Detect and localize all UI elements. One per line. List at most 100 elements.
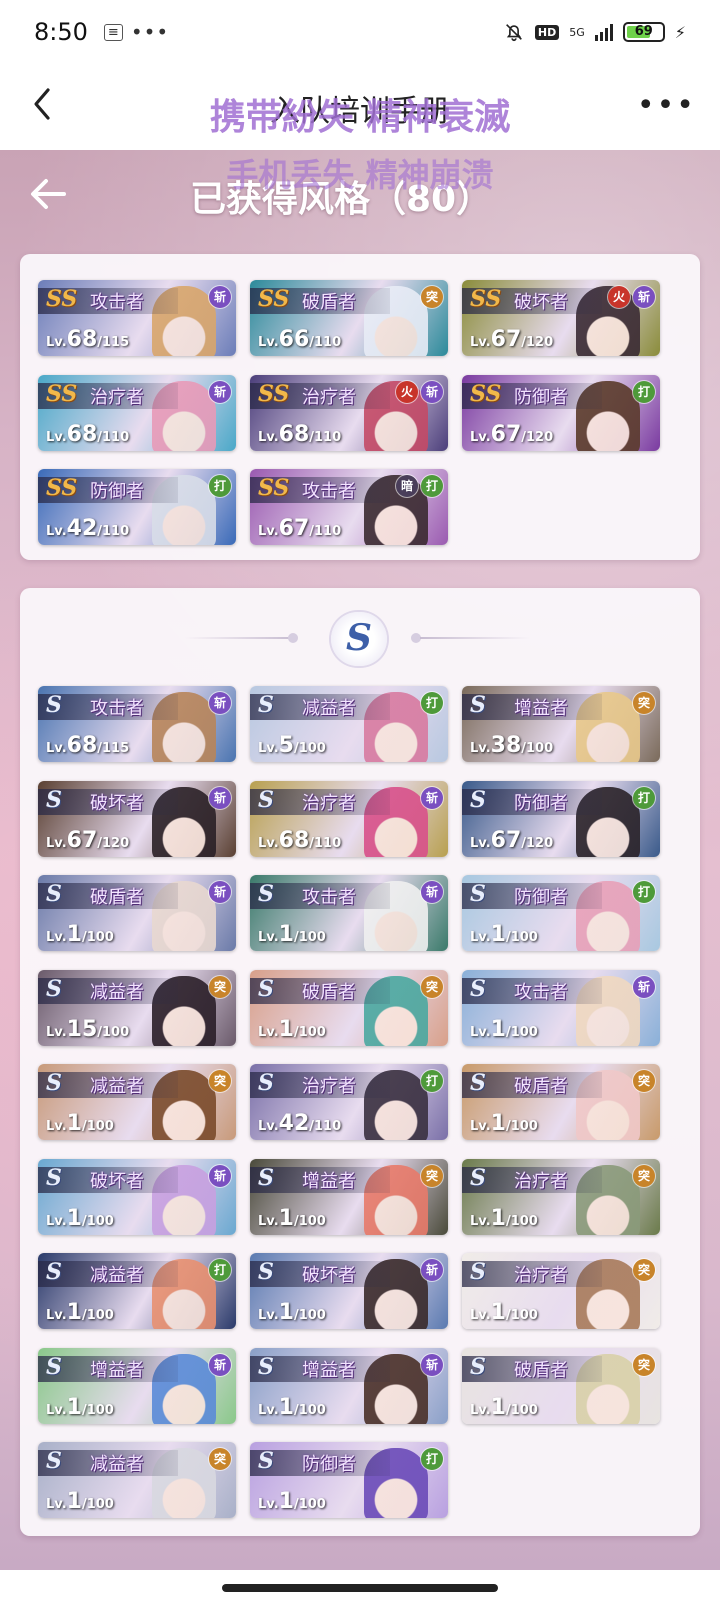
style-card[interactable]: S 减益者 突 Lv.1/100 [38, 1064, 236, 1140]
style-card[interactable]: SS 攻击者 暗打 Lv.67/110 [250, 469, 448, 545]
attribute-badge: 打 [633, 881, 655, 903]
attribute-badge: 打 [421, 1448, 443, 1470]
level-value: 1 [66, 1205, 82, 1231]
style-card[interactable]: SS 破坏者 火斩 Lv.67/120 [462, 280, 660, 356]
style-card[interactable]: S 治疗者 突 Lv.1/100 [462, 1253, 660, 1329]
attribute-badge: 突 [633, 1259, 655, 1281]
role-label: 防御者 [514, 386, 568, 408]
level-prefix: Lv. [46, 1119, 67, 1134]
rank-label: S [46, 692, 62, 718]
rank-label: SS [470, 380, 502, 407]
level-value: 67 [490, 327, 522, 352]
level-value: 1 [278, 1205, 294, 1231]
rank-label: S [470, 975, 486, 1002]
level-max: /100 [81, 1213, 114, 1229]
style-card[interactable]: S 攻击者 斩 Lv.1/100 [250, 875, 448, 951]
attribute-badge: 打 [209, 1259, 231, 1281]
style-card[interactable]: S 减益者 打 Lv.1/100 [38, 1253, 236, 1329]
style-card[interactable]: S 攻击者 斩 Lv.68/115 [38, 686, 236, 762]
attribute-badges: 斩 [209, 786, 231, 809]
rank-label: S [258, 881, 274, 907]
rank-label: S [470, 1070, 486, 1096]
style-card[interactable]: S 破坏者 斩 Lv.1/100 [38, 1158, 236, 1235]
style-card[interactable]: S 破盾者 斩 Lv.1/100 [38, 875, 236, 951]
level-prefix: Lv. [470, 835, 491, 851]
level-display: Lv.1/100 [258, 922, 326, 947]
style-card[interactable]: S 破盾者 突 Lv.1/100 [462, 1064, 660, 1140]
role-label: 防御者 [514, 792, 568, 814]
battery-icon: 69 [622, 22, 665, 42]
level-max: /100 [505, 1213, 538, 1229]
style-card[interactable]: S 增益者 斩 Lv.1/100 [38, 1347, 236, 1424]
rank-label: S [470, 1353, 486, 1380]
level-max: /110 [97, 429, 130, 445]
style-card[interactable]: S 防御者 打 Lv.1/100 [462, 875, 660, 951]
style-card[interactable]: S 增益者 斩 Lv.1/100 [250, 1347, 448, 1424]
role-label: 破坏者 [302, 1265, 356, 1286]
style-card[interactable]: S 治疗者 斩 Lv.68/110 [250, 780, 448, 857]
level-display: Lv.68/115 [46, 733, 129, 758]
level-max: /110 [309, 835, 342, 851]
level-max: /100 [505, 1308, 538, 1323]
style-card[interactable]: S 治疗者 突 Lv.1/100 [462, 1158, 660, 1235]
role-label: 治疗者 [514, 1170, 568, 1192]
style-card[interactable]: S 增益者 突 Lv.38/100 [462, 686, 660, 762]
role-label: 增益者 [302, 1359, 356, 1381]
more-menu-button[interactable]: ••• [637, 88, 696, 123]
attribute-badge: 斩 [421, 881, 443, 903]
attribute-badges: 打 [209, 475, 231, 497]
level-prefix: Lv. [46, 1024, 67, 1040]
role-label: 破盾者 [514, 1359, 568, 1381]
level-prefix: Lv. [470, 335, 491, 350]
level-prefix: Lv. [258, 835, 279, 851]
style-card[interactable]: S 减益者 打 Lv.5/100 [250, 686, 448, 762]
style-card[interactable]: SS 治疗者 火斩 Lv.68/110 [250, 374, 448, 451]
style-card[interactable]: SS 破盾者 突 Lv.66/110 [250, 280, 448, 356]
level-prefix: Lv. [46, 429, 67, 445]
level-max: /115 [97, 335, 130, 350]
role-label: 减益者 [302, 698, 356, 719]
style-card[interactable]: S 破坏者 斩 Lv.67/120 [38, 780, 236, 857]
level-prefix: Lv. [470, 1308, 491, 1323]
rank-label: SS [46, 286, 78, 312]
rank-label: SS [46, 380, 78, 407]
attribute-badges: 斩 [421, 1353, 443, 1376]
attribute-badges: 斩 [421, 1259, 443, 1281]
style-card[interactable]: S 增益者 突 Lv.1/100 [250, 1158, 448, 1235]
style-card[interactable]: SS 防御者 打 Lv.67/120 [462, 374, 660, 451]
attribute-badge: 打 [633, 786, 655, 809]
rank-label: S [258, 975, 274, 1002]
level-value: 1 [490, 1394, 506, 1420]
style-card[interactable]: SS 防御者 打 Lv.42/110 [38, 469, 236, 545]
level-max: /100 [293, 1308, 326, 1323]
level-display: Lv.67/120 [470, 828, 553, 853]
style-card[interactable]: S 减益者 突 Lv.1/100 [38, 1442, 236, 1518]
attribute-badge: 打 [633, 380, 655, 403]
rank-label: S [46, 1259, 62, 1285]
rank-label: S [258, 1259, 274, 1285]
style-card[interactable]: S 攻击者 斩 Lv.1/100 [462, 969, 660, 1046]
level-prefix: Lv. [258, 1213, 279, 1229]
style-card[interactable]: SS 治疗者 斩 Lv.68/110 [38, 374, 236, 451]
style-card[interactable]: S 破盾者 突 Lv.1/100 [250, 969, 448, 1046]
style-card[interactable]: S 破盾者 突 Lv.1/100 [462, 1347, 660, 1424]
level-prefix: Lv. [46, 741, 67, 756]
attribute-badge: 突 [421, 286, 443, 308]
home-indicator[interactable] [222, 1584, 498, 1592]
attribute-badge: 斩 [421, 1353, 443, 1376]
style-card[interactable]: S 减益者 突 Lv.15/100 [38, 969, 236, 1046]
style-card[interactable]: S 防御者 打 Lv.1/100 [250, 1442, 448, 1518]
level-prefix: Lv. [258, 1024, 279, 1040]
style-card[interactable]: S 破坏者 斩 Lv.1/100 [250, 1253, 448, 1329]
s-rank-emblem: S [331, 612, 387, 666]
style-card[interactable]: S 治疗者 打 Lv.42/110 [250, 1064, 448, 1140]
level-display: Lv.1/100 [470, 1395, 538, 1420]
style-card[interactable]: SS 攻击者 斩 Lv.68/115 [38, 280, 236, 356]
status-icons: HD 5G 69 ⚡ [503, 21, 686, 43]
signal-icon [594, 23, 613, 41]
level-max: /100 [293, 741, 326, 756]
attribute-badges: 突 [633, 1353, 655, 1376]
level-max: /120 [521, 335, 554, 350]
rank-label: SS [258, 475, 290, 501]
style-card[interactable]: S 防御者 打 Lv.67/120 [462, 780, 660, 857]
